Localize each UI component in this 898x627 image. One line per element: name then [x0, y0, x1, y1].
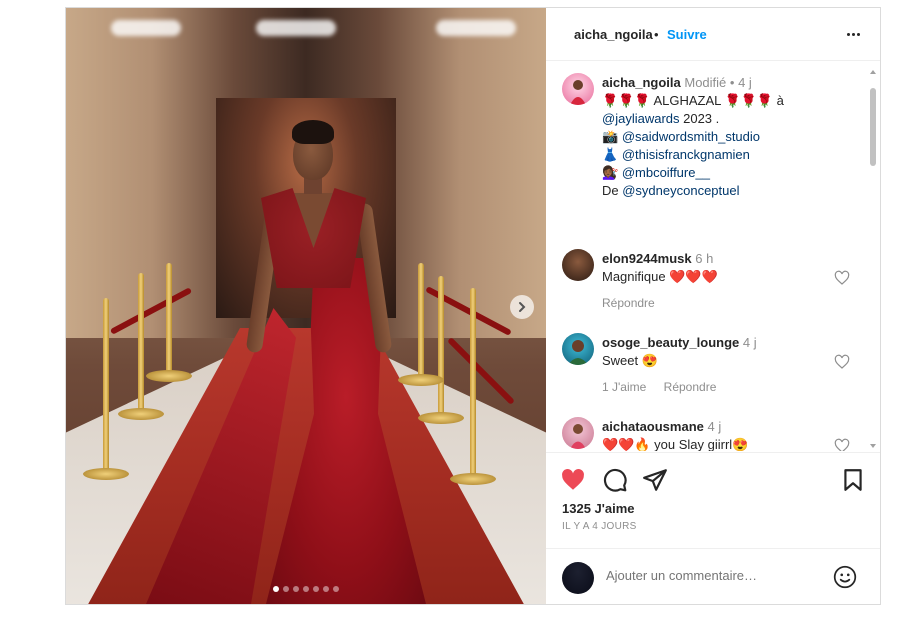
avatar-figure-icon: [570, 80, 586, 105]
comment-body: Magnifique ❤️❤️❤️: [602, 269, 718, 284]
mention-link[interactable]: @jayliawards: [602, 111, 680, 126]
stanchion-post: [166, 263, 172, 373]
caption-time: • 4 j: [729, 75, 752, 90]
heart-outline-icon[interactable]: [834, 438, 850, 451]
more-dots-icon: [856, 32, 860, 36]
more-options-button[interactable]: [843, 24, 863, 44]
reply-button[interactable]: Répondre: [664, 380, 717, 394]
caption-line: 🌹🌹🌹 ALGHAZAL 🌹🌹🌹 à: [602, 93, 784, 108]
ceiling-light: [111, 20, 181, 36]
stanchion-post: [418, 263, 424, 378]
comment-time: 6 h: [695, 251, 714, 266]
header-separator: •: [654, 27, 659, 42]
comment-time: 4 j: [742, 335, 757, 350]
caption-line: 2023 .: [679, 111, 720, 126]
commenter-avatar[interactable]: [562, 417, 594, 449]
mention-link[interactable]: @thisisfranckgnamien: [622, 147, 750, 162]
stanchion-base: [450, 473, 496, 485]
comment-actions: 1 J'aime Répondre: [602, 380, 730, 394]
comment-username[interactable]: osoge_beauty_lounge: [602, 335, 739, 350]
carousel-dot: [293, 586, 299, 592]
comment-time: 4 j: [707, 419, 722, 434]
author-avatar[interactable]: [562, 73, 594, 105]
comment-icon[interactable]: [602, 467, 628, 493]
ceiling-light: [436, 20, 516, 36]
carousel-dot: [333, 586, 339, 592]
scroll-thumb[interactable]: [870, 88, 876, 166]
caption-line: De: [602, 183, 623, 198]
follow-button[interactable]: Suivre: [667, 27, 707, 42]
haircut-emoji: 💇🏾‍♀️: [602, 165, 619, 180]
stanchion-base: [398, 374, 444, 386]
mention-link[interactable]: @saidwordsmith_studio: [622, 129, 760, 144]
post-date[interactable]: IL Y A 4 JOURS: [562, 521, 637, 532]
paper-plane-icon[interactable]: [642, 467, 668, 493]
add-comment-input[interactable]: [606, 568, 826, 583]
likes-count[interactable]: 1325 J'aime: [562, 501, 634, 516]
carousel-dot: [283, 586, 289, 592]
next-image-button[interactable]: [510, 295, 534, 319]
heart-outline-icon[interactable]: [834, 354, 850, 370]
mention-link[interactable]: @mbcoiffure__: [622, 165, 710, 180]
scroll-down-icon[interactable]: [869, 442, 877, 450]
comment-body: Sweet 😍: [602, 353, 658, 368]
comment-item: aichataousmane 4 j ❤️❤️🔥 you Slay giirrl…: [602, 418, 852, 451]
comment-body: ❤️❤️🔥 you Slay giirrl😍: [602, 437, 749, 451]
carousel-indicator: [273, 586, 339, 592]
stanchion-post: [470, 288, 476, 478]
commenter-avatar[interactable]: [562, 333, 594, 365]
comment-item: osoge_beauty_lounge 4 j Sweet 😍: [602, 334, 852, 370]
add-comment-bar: [546, 548, 880, 605]
author-username[interactable]: aicha_ngoila: [574, 27, 653, 42]
avatar-figure-icon: [568, 340, 588, 365]
caption-username[interactable]: aicha_ngoila: [602, 75, 681, 90]
stanchion-post: [103, 298, 109, 473]
edited-label: Modifié: [684, 75, 727, 90]
scroll-up-icon[interactable]: [869, 68, 877, 76]
bookmark-icon[interactable]: [840, 467, 866, 493]
hair: [292, 120, 334, 144]
current-user-avatar[interactable]: [562, 562, 594, 594]
chevron-right-icon: [519, 302, 526, 312]
stanchion-base: [83, 468, 129, 480]
carousel-dot: [273, 586, 279, 592]
carousel-dot: [323, 586, 329, 592]
heart-icon[interactable]: [560, 467, 586, 493]
post-header: aicha_ngoila • Suivre: [546, 8, 880, 61]
comment-actions: Répondre: [602, 296, 669, 310]
dress-emoji: 👗: [602, 147, 619, 162]
carousel-dot: [313, 586, 319, 592]
heart-outline-icon[interactable]: [834, 270, 850, 286]
stanchion-base: [146, 370, 192, 382]
caption-text: aicha_ngoila Modifié • 4 j 🌹🌹🌹 ALGHAZAL …: [602, 74, 852, 200]
action-bar: [546, 452, 880, 507]
comment-likes-button[interactable]: 1 J'aime: [602, 380, 646, 394]
comment-username[interactable]: elon9244musk: [602, 251, 692, 266]
ceiling-light: [256, 20, 336, 36]
camera-emoji: 📸: [602, 129, 619, 144]
stanchion-post: [138, 273, 144, 413]
post-photo[interactable]: [66, 8, 546, 604]
comments-scrollbar[interactable]: [868, 68, 878, 453]
stanchion-base: [418, 412, 464, 424]
post-card: aicha_ngoila • Suivre aicha_ngoila Modif…: [65, 7, 881, 605]
comments-list[interactable]: aicha_ngoila Modifié • 4 j 🌹🌹🌹 ALGHAZAL …: [546, 61, 880, 451]
post-side-panel: aicha_ngoila • Suivre aicha_ngoila Modif…: [546, 8, 880, 604]
comment-item: elon9244musk 6 h Magnifique ❤️❤️❤️: [602, 250, 852, 286]
smiley-icon[interactable]: [832, 564, 858, 590]
carousel-dot: [303, 586, 309, 592]
stanchion-base: [118, 408, 164, 420]
more-dots-icon: [846, 32, 850, 36]
comment-username[interactable]: aichataousmane: [602, 419, 704, 434]
more-dots-icon: [851, 32, 855, 36]
reply-button[interactable]: Répondre: [602, 296, 655, 310]
commenter-avatar[interactable]: [562, 249, 594, 281]
avatar-figure-icon: [570, 424, 586, 449]
stanchion-post: [438, 276, 444, 416]
mention-link[interactable]: @sydneyconceptuel: [622, 183, 739, 198]
